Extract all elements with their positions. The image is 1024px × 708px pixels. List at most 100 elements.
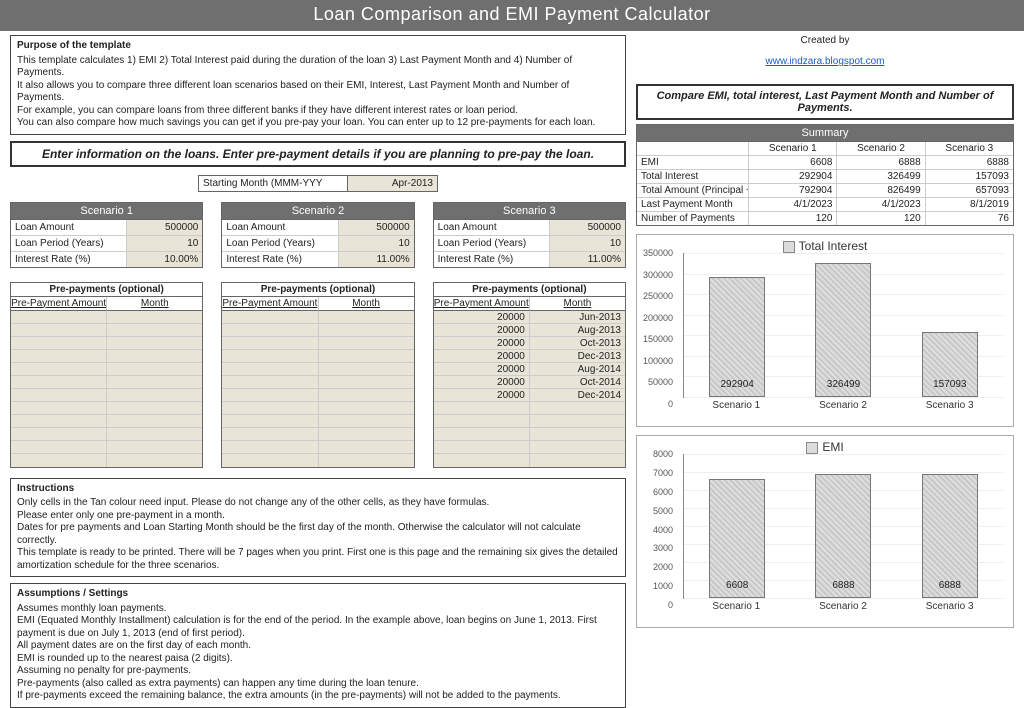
summary-cell: 657093 — [926, 184, 1013, 198]
prepay-amount-cell[interactable] — [11, 454, 107, 467]
prepay-month-cell[interactable] — [319, 415, 414, 428]
prepay-amount-cell[interactable] — [222, 376, 318, 389]
prepay-amount-cell[interactable] — [222, 441, 318, 454]
prepay-month-cell[interactable]: Aug-2013 — [530, 324, 625, 337]
prepay-amount-cell[interactable] — [222, 402, 318, 415]
prepay-amount-cell[interactable] — [222, 454, 318, 467]
prepay-amount-cell[interactable] — [11, 415, 107, 428]
prepay-month-cell[interactable] — [107, 363, 202, 376]
prepay-month-cell[interactable] — [107, 428, 202, 441]
prepay-month-cell[interactable] — [107, 415, 202, 428]
instructions-line: Only cells in the Tan colour need input.… — [17, 497, 619, 510]
prepay-month-cell[interactable] — [530, 428, 625, 441]
starting-month-input[interactable]: Apr-2013 — [348, 175, 438, 192]
loan-amount-input[interactable]: 500000 — [339, 220, 414, 236]
prepay-month-cell[interactable] — [319, 454, 414, 467]
prepay-month-cell[interactable]: Jun-2013 — [530, 311, 625, 324]
loan-period-input[interactable]: 10 — [339, 236, 414, 252]
prepay-month-cell[interactable] — [107, 311, 202, 324]
credit-link[interactable]: www.indzara.blogspot.com — [766, 56, 885, 67]
prepay-month-cell[interactable]: Dec-2013 — [530, 350, 625, 363]
loan-period-input[interactable]: 10 — [550, 236, 625, 252]
instructions-heading: Instructions — [17, 483, 619, 496]
prepay-month-cell[interactable] — [319, 363, 414, 376]
prepay-month-cell[interactable]: Aug-2014 — [530, 363, 625, 376]
prepay-month-cell[interactable] — [530, 454, 625, 467]
prepay-month-cell[interactable]: Oct-2014 — [530, 376, 625, 389]
interest-rate-input[interactable]: 10.00% — [127, 252, 202, 267]
prepay-amount-cell[interactable] — [434, 428, 530, 441]
prepay-amount-cell[interactable] — [11, 363, 107, 376]
prepay-amount-cell[interactable]: 20000 — [434, 311, 530, 324]
prepay-amount-cell[interactable] — [11, 441, 107, 454]
prepay-month-cell[interactable] — [107, 337, 202, 350]
prepay-month-cell[interactable] — [107, 402, 202, 415]
prepay-month-cell[interactable] — [319, 389, 414, 402]
chart-title: EMI — [641, 440, 1009, 454]
assumptions-line: Pre-payments (also called as extra payme… — [17, 678, 619, 691]
prepay-month-cell[interactable] — [319, 311, 414, 324]
summary-cell: 826499 — [837, 184, 925, 198]
prepay-amount-cell[interactable] — [11, 402, 107, 415]
prepay-amount-cell[interactable]: 20000 — [434, 363, 530, 376]
prepay-month-cell[interactable] — [319, 350, 414, 363]
chart-bar: 157093 — [922, 332, 978, 397]
prepay-amount-cell[interactable] — [11, 389, 107, 402]
summary-cell: 76 — [926, 212, 1013, 225]
prepay-month-cell[interactable] — [319, 337, 414, 350]
prepay-month-cell[interactable] — [107, 324, 202, 337]
prepay-month-cell[interactable] — [319, 402, 414, 415]
interest-rate-label: Interest Rate (%) — [434, 252, 550, 267]
prepay-amount-cell[interactable] — [11, 350, 107, 363]
prepay-amount-cell[interactable] — [434, 402, 530, 415]
loan-period-label: Loan Period (Years) — [11, 236, 127, 252]
y-tick: 4000 — [635, 525, 673, 535]
prepay-amount-cell[interactable] — [434, 454, 530, 467]
prepay-amount-cell[interactable] — [11, 311, 107, 324]
prepay-month-cell[interactable] — [319, 441, 414, 454]
x-tick: Scenario 2 — [803, 601, 883, 612]
prepay-amount-cell[interactable]: 20000 — [434, 337, 530, 350]
prepay-month-cell[interactable] — [530, 415, 625, 428]
prepay-amount-cell[interactable]: 20000 — [434, 324, 530, 337]
prepay-amount-cell[interactable] — [222, 324, 318, 337]
prepay-amount-cell[interactable] — [222, 337, 318, 350]
prepay-month-cell[interactable] — [319, 376, 414, 389]
prepay-month-cell[interactable] — [107, 454, 202, 467]
prepay-month-cell[interactable] — [530, 441, 625, 454]
prepay-amount-cell[interactable] — [11, 428, 107, 441]
prepay-month-cell[interactable] — [107, 376, 202, 389]
prepay-month-cell[interactable] — [107, 350, 202, 363]
bar-value-label: 6888 — [832, 580, 854, 591]
prepay-month-cell[interactable]: Dec-2014 — [530, 389, 625, 402]
purpose-line: It also allows you to compare three diff… — [17, 80, 619, 105]
prepay-amount-cell[interactable] — [11, 337, 107, 350]
prepay-amount-cell[interactable] — [434, 415, 530, 428]
prepay-amount-cell[interactable] — [434, 441, 530, 454]
prepay-amount-cell[interactable]: 20000 — [434, 389, 530, 402]
prepay-amount-cell[interactable] — [222, 428, 318, 441]
loan-amount-input[interactable]: 500000 — [127, 220, 202, 236]
prepay-month-cell[interactable] — [319, 324, 414, 337]
prepay-amount-cell[interactable] — [222, 363, 318, 376]
loan-period-input[interactable]: 10 — [127, 236, 202, 252]
prepay-amount-cell[interactable]: 20000 — [434, 376, 530, 389]
chart-bar: 6888 — [922, 474, 978, 598]
prepay-month-cell[interactable] — [107, 389, 202, 402]
prepay-amount-cell[interactable] — [222, 415, 318, 428]
purpose-line: This template calculates 1) EMI 2) Total… — [17, 55, 619, 80]
prepay-month-cell[interactable] — [530, 402, 625, 415]
prepay-amount-cell[interactable] — [222, 311, 318, 324]
prepay-amount-cell[interactable] — [11, 376, 107, 389]
prepay-month-cell[interactable] — [107, 441, 202, 454]
interest-rate-input[interactable]: 11.00% — [550, 252, 625, 267]
prepay-amount-cell[interactable] — [222, 350, 318, 363]
prepay-amount-cell[interactable] — [222, 389, 318, 402]
prepay-amount-cell[interactable]: 20000 — [434, 350, 530, 363]
prepay-month-cell[interactable] — [319, 428, 414, 441]
prepay-amount-cell[interactable] — [11, 324, 107, 337]
interest-rate-input[interactable]: 11.00% — [339, 252, 414, 267]
prepay-month-cell[interactable]: Oct-2013 — [530, 337, 625, 350]
y-tick: 300000 — [635, 270, 673, 280]
loan-amount-input[interactable]: 500000 — [550, 220, 625, 236]
